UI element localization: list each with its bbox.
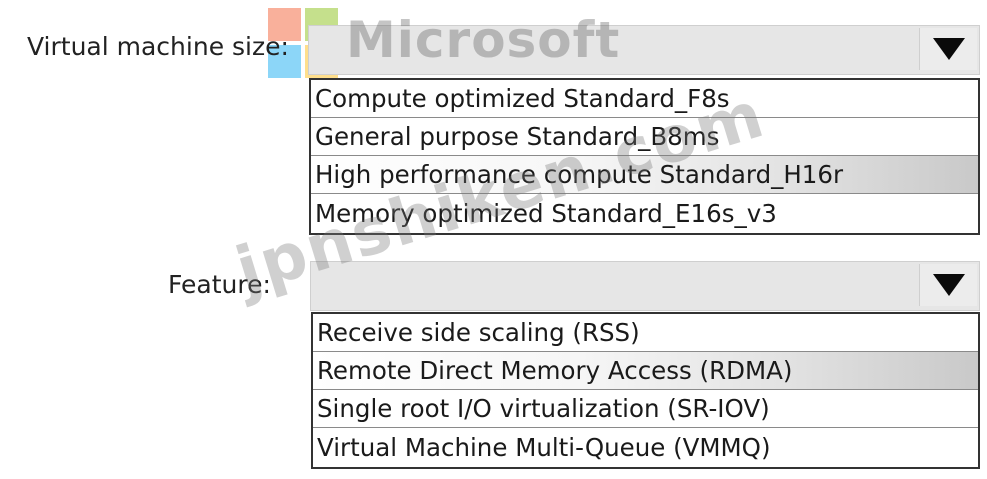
feature-dropdown-button[interactable] — [919, 264, 977, 306]
feature-option[interactable]: Single root I/O virtualization (SR-IOV) — [313, 390, 978, 428]
chevron-down-icon — [932, 274, 965, 296]
feature-dropdown[interactable] — [310, 261, 980, 311]
microsoft-watermark-text: Microsoft — [346, 11, 621, 69]
vm-size-label: Virtual machine size: — [27, 32, 289, 61]
feature-option[interactable]: Receive side scaling (RSS) — [313, 314, 978, 352]
feature-options-list: Receive side scaling (RSS) Remote Direct… — [311, 312, 980, 469]
chevron-down-icon — [932, 38, 965, 60]
vm-size-dropdown-button[interactable] — [919, 28, 977, 70]
feature-option-highlighted[interactable]: Remote Direct Memory Access (RDMA) — [313, 352, 978, 390]
feature-option[interactable]: Virtual Machine Multi-Queue (VMMQ) — [313, 429, 978, 467]
